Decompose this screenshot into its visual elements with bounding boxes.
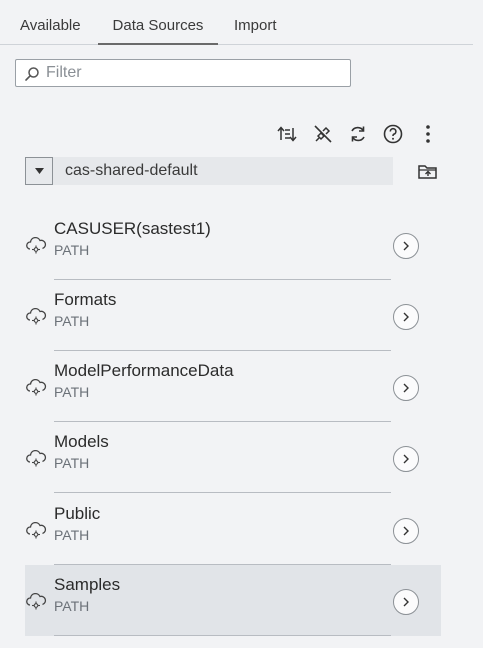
- library-type: PATH: [54, 527, 90, 543]
- library-type: PATH: [54, 455, 90, 471]
- library-item[interactable]: Models PATH: [25, 422, 441, 493]
- open-library-button[interactable]: [393, 446, 419, 472]
- chevron-down-icon: [35, 168, 44, 174]
- filter-input[interactable]: [46, 62, 346, 84]
- cloud-icon: [26, 378, 47, 396]
- refresh-icon[interactable]: [347, 123, 369, 145]
- search-icon: [25, 67, 39, 81]
- cloud-icon: [26, 449, 47, 467]
- more-options-icon[interactable]: [417, 123, 439, 145]
- tab-import[interactable]: Import: [234, 0, 277, 44]
- library-type: PATH: [54, 598, 90, 614]
- library-name: ModelPerformanceData: [54, 361, 234, 380]
- library-item[interactable]: Public PATH: [25, 494, 441, 565]
- chevron-right-icon: [403, 312, 409, 322]
- library-name: Formats: [54, 290, 117, 309]
- library-name: Models: [54, 432, 109, 451]
- filter-field: [15, 59, 351, 87]
- open-library-button[interactable]: [393, 304, 419, 330]
- chevron-right-icon: [403, 454, 409, 464]
- library-select-value[interactable]: cas-shared-default: [53, 157, 393, 185]
- library-name: Samples: [54, 575, 121, 594]
- cloud-icon: [26, 236, 47, 254]
- cloud-icon: [26, 521, 47, 539]
- library-item[interactable]: Formats PATH: [25, 280, 441, 351]
- open-library-button[interactable]: [393, 375, 419, 401]
- open-library-button[interactable]: [393, 518, 419, 544]
- library-select[interactable]: cas-shared-default: [25, 157, 393, 185]
- library-name: Public: [54, 504, 101, 523]
- tab-bar: Available Data Sources Import: [0, 0, 473, 45]
- chevron-right-icon: [403, 597, 409, 607]
- tab-data-sources[interactable]: Data Sources: [98, 0, 218, 45]
- help-icon[interactable]: [382, 123, 404, 145]
- open-library-button[interactable]: [393, 589, 419, 615]
- cloud-icon: [26, 307, 47, 325]
- tab-available[interactable]: Available: [20, 0, 81, 44]
- disconnect-icon[interactable]: [312, 123, 334, 145]
- library-type: PATH: [54, 384, 90, 400]
- library-name: CASUSER(sastest1): [54, 219, 211, 238]
- library-item[interactable]: CASUSER(sastest1) PATH: [25, 209, 441, 280]
- library-item[interactable]: ModelPerformanceData PATH: [25, 351, 441, 422]
- library-type: PATH: [54, 313, 90, 329]
- divider: [54, 635, 391, 636]
- divider: [54, 492, 391, 493]
- chevron-right-icon: [403, 526, 409, 536]
- library-item[interactable]: Samples PATH: [25, 565, 441, 636]
- cloud-icon: [26, 592, 47, 610]
- open-library-button[interactable]: [393, 233, 419, 259]
- chevron-right-icon: [403, 383, 409, 393]
- library-type: PATH: [54, 242, 90, 258]
- dropdown-button[interactable]: [25, 157, 53, 185]
- chevron-right-icon: [403, 241, 409, 251]
- sort-icon[interactable]: [276, 123, 298, 145]
- folder-up-icon[interactable]: [417, 161, 439, 183]
